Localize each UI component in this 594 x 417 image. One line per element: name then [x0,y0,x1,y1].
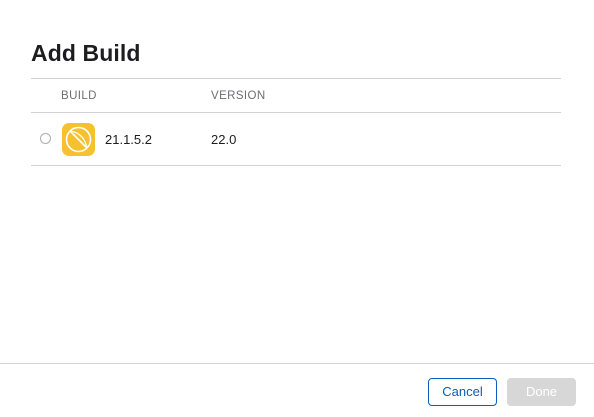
table-bottom-divider [31,165,561,166]
app-icon [62,123,95,156]
done-button[interactable]: Done [507,378,576,406]
cancel-button[interactable]: Cancel [428,378,497,406]
footer-divider [0,363,594,364]
build-select-radio[interactable] [40,133,51,144]
column-header-build[interactable]: BUILD [61,90,97,102]
add-build-dialog: Add Build BUILD VERSION 21.1.5.2 22.0 Ca… [0,0,594,417]
column-header-version[interactable]: VERSION [211,90,266,102]
cell-build-number: 21.1.5.2 [105,132,152,147]
dialog-title: Add Build [31,40,141,66]
cell-version: 22.0 [211,132,237,147]
table-header: BUILD VERSION [31,79,561,112]
builds-table: BUILD VERSION 21.1.5.2 22.0 [31,78,561,166]
table-row[interactable]: 21.1.5.2 22.0 [31,113,561,165]
